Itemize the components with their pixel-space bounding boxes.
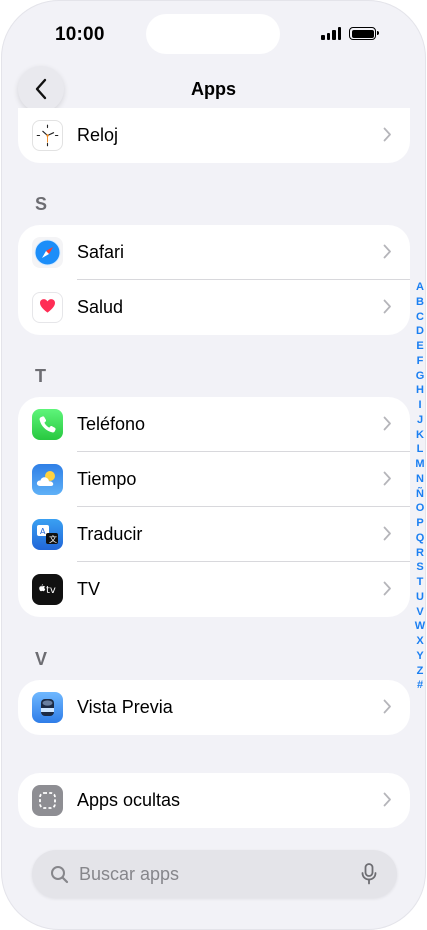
index-letter[interactable]: R bbox=[416, 546, 424, 561]
preview-app-icon bbox=[32, 692, 63, 723]
group-s: Safari Salud bbox=[18, 225, 410, 335]
index-letter[interactable]: F bbox=[417, 354, 424, 369]
index-letter[interactable]: # bbox=[417, 678, 423, 693]
safari-app-icon bbox=[32, 237, 63, 268]
index-letter[interactable]: E bbox=[416, 339, 423, 354]
group-hidden: Apps ocultas bbox=[18, 773, 410, 828]
app-row-salud[interactable]: Salud bbox=[18, 280, 410, 335]
phone-screen: 10:00 Apps Reloj S Safari Salud T Teléfo… bbox=[1, 0, 426, 930]
app-row-vista-previa[interactable]: Vista Previa bbox=[18, 680, 410, 735]
app-row-safari[interactable]: Safari bbox=[18, 225, 410, 280]
chevron-right-icon bbox=[383, 416, 391, 431]
section-header-t: T bbox=[35, 366, 46, 386]
index-letter[interactable]: Q bbox=[416, 531, 425, 546]
index-letter[interactable]: X bbox=[416, 634, 423, 649]
chevron-right-icon bbox=[383, 299, 391, 314]
chevron-right-icon bbox=[383, 526, 391, 541]
clock-app-icon bbox=[32, 120, 63, 151]
search-input[interactable] bbox=[79, 863, 339, 885]
app-row-reloj[interactable]: Reloj bbox=[18, 108, 410, 163]
index-letter[interactable]: D bbox=[416, 324, 424, 339]
index-letter[interactable]: L bbox=[417, 442, 424, 457]
index-letter[interactable]: P bbox=[416, 516, 423, 531]
svg-text:A: A bbox=[40, 527, 46, 536]
index-letter[interactable]: W bbox=[415, 619, 425, 634]
section-header-s: S bbox=[35, 194, 48, 214]
section-index[interactable]: A B C D E F G H I J K L M N Ñ O P Q R S T U V W X Y Z # bbox=[412, 280, 426, 693]
battery-icon bbox=[349, 27, 379, 40]
chevron-right-icon bbox=[383, 471, 391, 486]
app-label: Vista Previa bbox=[77, 697, 173, 717]
app-label: Traducir bbox=[77, 524, 143, 544]
hidden-apps-icon bbox=[32, 785, 63, 816]
index-letter[interactable]: B bbox=[416, 295, 424, 310]
app-row-telefono[interactable]: Teléfono bbox=[18, 397, 410, 452]
index-letter[interactable]: T bbox=[417, 575, 424, 590]
cellular-signal-icon bbox=[321, 27, 341, 40]
index-letter[interactable]: N bbox=[416, 472, 424, 487]
app-label: Tiempo bbox=[77, 469, 137, 489]
hidden-apps-row[interactable]: Apps ocultas bbox=[18, 773, 410, 828]
search-bar[interactable] bbox=[32, 850, 397, 898]
microphone-icon[interactable] bbox=[361, 863, 377, 885]
index-letter[interactable]: U bbox=[416, 590, 424, 605]
page-title: Apps bbox=[191, 79, 236, 99]
app-label: TV bbox=[77, 579, 101, 599]
chevron-right-icon bbox=[383, 581, 391, 596]
app-label: Reloj bbox=[77, 125, 119, 145]
app-label: Salud bbox=[77, 297, 124, 317]
status-icons bbox=[321, 27, 379, 40]
index-letter[interactable]: Y bbox=[416, 649, 423, 664]
weather-app-icon bbox=[32, 464, 63, 495]
index-letter[interactable]: Z bbox=[417, 664, 424, 679]
group-t: Teléfono Tiempo A 文 Traducir tv TV bbox=[18, 397, 410, 617]
status-time: 10:00 bbox=[55, 24, 105, 45]
group-r: Reloj bbox=[18, 108, 410, 163]
translate-app-icon: A 文 bbox=[32, 519, 63, 550]
app-row-tiempo[interactable]: Tiempo bbox=[18, 452, 410, 507]
index-letter[interactable]: M bbox=[415, 457, 424, 472]
index-letter[interactable]: V bbox=[416, 605, 423, 620]
tv-app-icon: tv bbox=[32, 574, 63, 605]
chevron-right-icon bbox=[383, 244, 391, 259]
index-letter[interactable]: K bbox=[416, 428, 424, 443]
index-letter[interactable]: G bbox=[416, 369, 425, 384]
index-letter[interactable]: I bbox=[418, 398, 421, 413]
group-v: Vista Previa bbox=[18, 680, 410, 735]
chevron-right-icon bbox=[383, 699, 391, 714]
index-letter[interactable]: H bbox=[416, 383, 424, 398]
app-label: Apps ocultas bbox=[77, 790, 181, 810]
app-label: Teléfono bbox=[77, 414, 146, 434]
phone-app-icon bbox=[32, 409, 63, 440]
app-label: Safari bbox=[77, 242, 125, 262]
svg-text:tv: tv bbox=[46, 585, 56, 596]
index-letter[interactable]: C bbox=[416, 310, 424, 325]
chevron-right-icon bbox=[383, 127, 391, 142]
index-letter[interactable]: S bbox=[416, 560, 423, 575]
app-row-traducir[interactable]: A 文 Traducir bbox=[18, 507, 410, 562]
svg-text:文: 文 bbox=[49, 534, 57, 544]
section-header-v: V bbox=[35, 649, 48, 669]
index-letter[interactable]: O bbox=[416, 501, 425, 516]
app-row-tv[interactable]: tv TV bbox=[18, 562, 410, 617]
index-letter[interactable]: J bbox=[417, 413, 423, 428]
search-icon bbox=[51, 865, 69, 883]
index-letter[interactable]: Ñ bbox=[416, 487, 424, 502]
index-letter[interactable]: A bbox=[416, 280, 424, 295]
chevron-right-icon bbox=[383, 792, 391, 807]
dynamic-island bbox=[146, 14, 280, 54]
health-app-icon bbox=[32, 292, 63, 323]
